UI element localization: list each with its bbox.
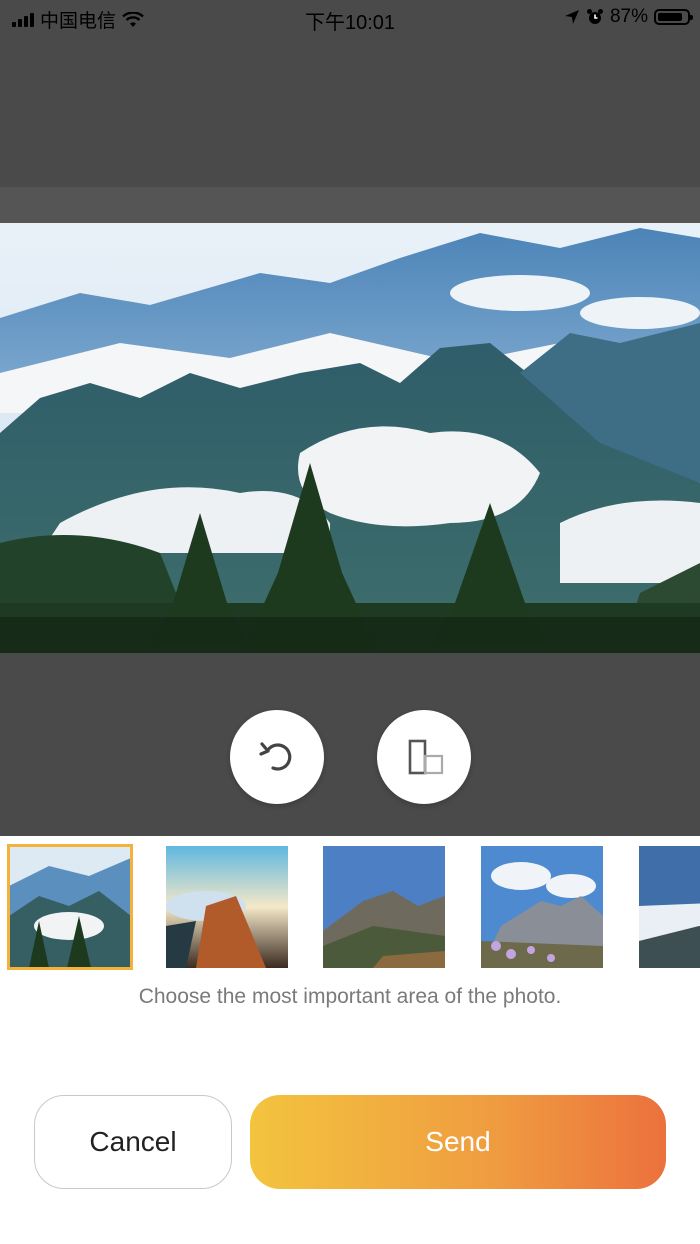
battery-icon bbox=[654, 9, 693, 25]
thumbnail-5[interactable] bbox=[639, 846, 700, 968]
battery-fill bbox=[658, 13, 682, 21]
send-button[interactable]: Send bbox=[250, 1095, 666, 1189]
status-bar: 中国电信 下午10:01 87% bbox=[0, 0, 700, 36]
layout-toggle-button[interactable] bbox=[377, 710, 471, 804]
alarm-icon bbox=[586, 9, 603, 24]
thumbnail-1[interactable] bbox=[7, 844, 133, 970]
thumbnail-4[interactable] bbox=[481, 846, 603, 968]
hint-text: Choose the most important area of the ph… bbox=[138, 985, 562, 1008]
crop-overlay-top bbox=[0, 187, 700, 223]
battery-percent: 87% bbox=[609, 6, 648, 27]
layout-toggle-icon bbox=[408, 739, 444, 775]
location-icon bbox=[564, 10, 579, 24]
status-right: 87% bbox=[564, 6, 693, 28]
thumbnail-3[interactable] bbox=[323, 846, 445, 968]
thumbnail-strip bbox=[0, 836, 700, 978]
main-photo[interactable] bbox=[0, 223, 700, 653]
rotate-icon bbox=[259, 742, 292, 771]
thumbnail-2[interactable] bbox=[166, 846, 288, 968]
crop-overlay-bottom bbox=[0, 617, 700, 653]
rotate-button[interactable] bbox=[230, 710, 324, 804]
cancel-button[interactable]: Cancel bbox=[34, 1095, 232, 1189]
